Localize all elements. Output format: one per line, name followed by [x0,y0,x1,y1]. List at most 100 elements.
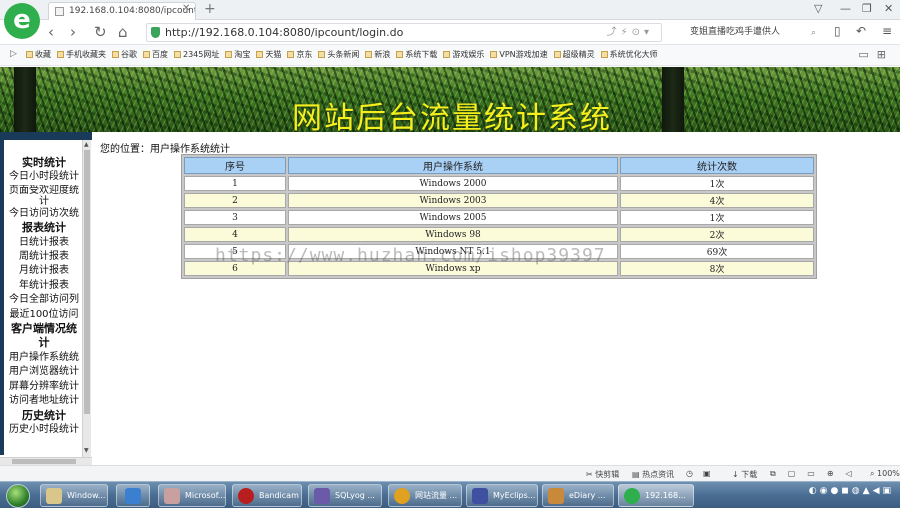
app-icon [164,488,180,504]
browser-logo[interactable]: e [4,3,40,39]
search-icon[interactable]: ⌕ [811,25,816,42]
browser-status-bar: ✂ 快剪辑 ▤ 热点资讯 ◷▣ ↓ 下载 ⧉▢▭⊕◁ ⌕ 100% [0,465,900,481]
url-actions-icon[interactable]: ⤴⚡⊙▾ [607,24,653,41]
breadcrumb: 您的位置：用户操作系统统计 [100,144,230,155]
status-download[interactable]: ↓ 下载 [732,469,757,480]
banner-title: 网站后台流量统计系统 [292,101,612,132]
active-tab[interactable]: 192.168.0.104:8080/ipcount/l [48,2,196,20]
visit-count: 2次 [620,227,814,242]
scroll-thumb[interactable] [12,459,76,464]
bookmark-item[interactable]: 百度 [143,49,168,60]
bookmark-item[interactable]: 超级精灵 [553,49,595,60]
scissors-icon: ✂ [586,470,593,479]
menu-item[interactable]: 周统计报表 [6,250,82,264]
back-icon[interactable]: ‹ [48,23,54,41]
refresh-icon[interactable]: ↻ [94,23,107,41]
undo-icon[interactable]: ↶ [856,24,866,38]
reader-icon[interactable]: ▯ [834,24,841,38]
taskbar-item[interactable] [116,484,150,507]
bookmark-item[interactable]: 新浪 [365,49,390,60]
close-window-icon[interactable]: ✕ [884,2,893,15]
taskbar-item[interactable]: 网站流量 ... [388,484,462,507]
maximize-icon[interactable]: ❐ [862,2,872,15]
home-icon[interactable]: ⌂ [118,23,128,41]
menu-icon[interactable]: ≡ [882,24,892,38]
bookmarks-toggle-icon[interactable]: ▷ [10,49,17,59]
window-menu-icon[interactable]: ▽ [814,2,822,15]
bookmarks-bar: ▷ 收藏 手机收藏夹 谷歌 百度 2345网址 淘宝 天猫 京东 头条新闻 新浪… [0,45,900,66]
bookmark-item[interactable]: 2345网址 [174,49,219,60]
menu-item[interactable]: 历史小时段统计 [6,423,82,437]
menu-item[interactable]: 用户浏览器统计 [6,365,82,379]
sidebar-horizontal-scrollbar[interactable] [0,457,92,465]
menu-item[interactable]: 用户操作系统统 [6,351,82,365]
star-icon [26,51,33,58]
status-shortcut-2[interactable]: ▤ 热点资讯 [632,469,674,480]
menu-item[interactable]: 日统计报表 [6,236,82,250]
bookmark-item[interactable]: 天猫 [256,49,281,60]
status-tool-icons[interactable]: ◷▣ [686,469,721,478]
menu-item[interactable]: 今日小时段统计 [6,170,82,184]
menu-item[interactable]: 今日全部访问列 [6,293,82,307]
menu-item[interactable]: 访问者地址统计 [6,394,82,408]
table-row: 2 Windows 2003 4次 [184,193,814,208]
minimize-icon[interactable]: — [840,2,851,15]
scroll-up-icon[interactable]: ▲ [84,141,89,148]
windows-taskbar: Window... Microsof... Bandicam SQLyog ..… [0,481,900,508]
zoom-icon: ⌕ [870,469,875,478]
bookmark-tools-icon[interactable]: ▭⊞ [858,48,894,61]
scroll-down-icon[interactable]: ▼ [84,447,89,454]
forward-icon[interactable]: › [70,23,76,41]
status-extra-icons[interactable]: ⧉▢▭⊕◁ [770,469,864,479]
bookmark-item[interactable]: 手机收藏夹 [57,49,106,60]
url-input[interactable]: http://192.168.0.104:8080/ipcount/login.… [146,23,662,42]
taskbar-item-active[interactable]: 192.168... [618,484,694,507]
security-shield-icon [151,27,160,38]
menu-item[interactable]: 页面受欢迎度统计 [6,185,82,207]
menu-item[interactable]: 今日访问访次统 [6,207,82,221]
sidebar-vertical-scrollbar[interactable]: ▲ ▼ [82,140,91,457]
taskbar-item[interactable]: Bandicam [232,484,302,507]
bookmark-item[interactable]: 头条新闻 [318,49,359,60]
search-text: 变姐直播吃鸡手遭供人 [690,27,781,37]
menu-item[interactable]: 年统计报表 [6,279,82,293]
url-text: http://192.168.0.104:8080/ipcount/login.… [165,26,404,39]
bookmark-item[interactable]: 系统优化大师 [600,49,658,60]
bookmark-item[interactable]: 系统下载 [396,49,437,60]
menu-list: 实时统计 今日小时段统计 页面受欢迎度统计 今日访问访次统 报表统计 日统计报表… [6,156,82,437]
status-shortcut-1[interactable]: ✂ 快剪辑 [586,469,619,480]
menu-item[interactable]: 屏幕分辨率统计 [6,380,82,394]
start-button[interactable] [6,484,30,508]
new-tab-icon[interactable]: + [204,1,216,17]
bookmark-item[interactable]: 游戏娱乐 [443,49,484,60]
os-name: Windows 98 [288,227,618,242]
sidebar-top-border [0,132,92,140]
bookmark-item[interactable]: 谷歌 [112,49,137,60]
bookmark-item[interactable]: VPN游戏加速 [490,49,548,60]
folder-icon [256,51,264,58]
watermark: https://www.huzhan.com/ishop39397 [215,245,606,266]
folder-icon [490,51,498,58]
bird-icon [125,488,141,504]
sidebar-menu: 实时统计 今日小时段统计 页面受欢迎度统计 今日访问访次统 报表统计 日统计报表… [0,132,92,465]
taskbar-item[interactable]: SQLyog ... [308,484,382,507]
taskbar-item[interactable]: eDiary ... [542,484,614,507]
search-input[interactable]: 变姐直播吃鸡手遭供人 ⌕ [690,24,820,41]
bookmark-item[interactable]: 淘宝 [225,49,250,60]
tab-close-icon[interactable]: ✕ [182,3,190,14]
taskbar-item[interactable]: MyEclips... [466,484,538,507]
column-header: 统计次数 [620,157,814,174]
folder-icon [287,51,295,58]
bookmark-item[interactable]: 收藏 [26,49,51,60]
tab-bar: e 192.168.0.104:8080/ipcount/l ✕ + ▽ — ❐… [0,0,900,39]
bookmark-item[interactable]: 京东 [287,49,312,60]
taskbar-item[interactable]: Window... [40,484,108,507]
system-tray-icons[interactable]: ◐◉●◼◍▲◀▣ [760,486,900,504]
visit-count: 4次 [620,193,814,208]
menu-section-title: 历史统计 [22,408,66,422]
menu-item[interactable]: 最近100位访问 [6,308,82,322]
zoom-level[interactable]: ⌕ 100% [870,469,900,479]
taskbar-item[interactable]: Microsof... [158,484,226,507]
scroll-thumb[interactable] [84,150,90,414]
menu-item[interactable]: 月统计报表 [6,264,82,278]
